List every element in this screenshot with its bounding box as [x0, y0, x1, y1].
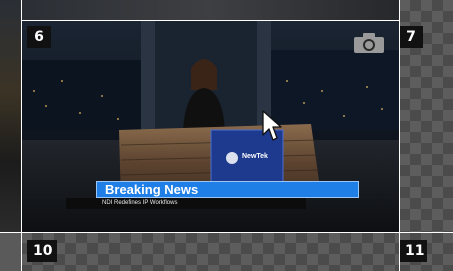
multiview-grid: NewTek Breaking News NDI Redefines IP Wo…: [0, 0, 453, 271]
desk-logo-text: NewTek: [242, 153, 268, 160]
studio-scene: NewTek Breaking News NDI Redefines IP Wo…: [21, 20, 399, 232]
tile-divider: [0, 232, 453, 233]
tile-number-10: 10: [27, 240, 57, 262]
tile-empty-bottom-left[interactable]: [21, 232, 399, 271]
tile-left-edge[interactable]: [0, 0, 21, 232]
tile-number-11: 11: [399, 240, 427, 262]
tile-divider: [21, 20, 399, 21]
tile-number-7: 7: [399, 26, 423, 48]
program-tile[interactable]: NewTek Breaking News NDI Redefines IP Wo…: [21, 20, 399, 232]
tile-bottom-left-edge: [0, 232, 21, 271]
mouse-pointer-icon: [262, 110, 282, 144]
tile-divider: [399, 0, 400, 271]
tile-top-strip[interactable]: [21, 0, 399, 20]
lower-third-headline: Breaking News: [96, 181, 359, 198]
tile-number-6: 6: [27, 26, 51, 48]
camera-icon[interactable]: [353, 32, 385, 54]
lower-third-subline: NDI Redefines IP Workflows: [66, 198, 306, 209]
tile-divider: [21, 0, 22, 271]
